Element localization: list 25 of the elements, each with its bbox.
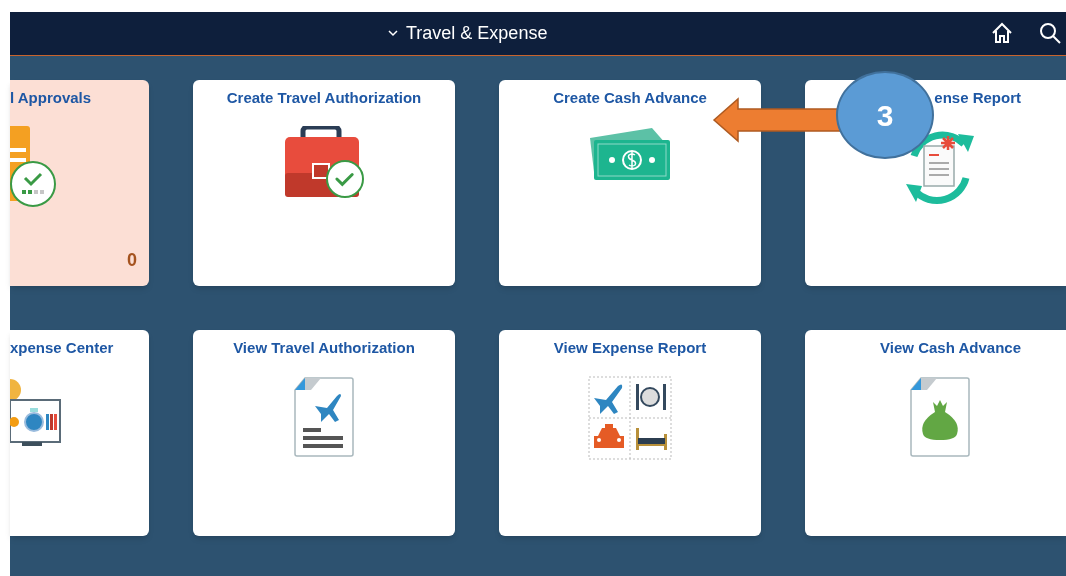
tile[interactable]: l Approvals 0 <box>10 80 149 286</box>
tile-title: ense Report <box>934 89 1021 106</box>
expense-categories-icon <box>588 376 672 460</box>
approval-document-icon <box>10 126 58 210</box>
title-dropdown[interactable]: Travel & Expense <box>388 20 548 47</box>
tile-count: 0 <box>127 249 137 272</box>
tile[interactable]: xpense Center <box>10 330 149 536</box>
search-icon[interactable] <box>1038 21 1062 45</box>
chevron-down-icon <box>388 30 398 37</box>
tile-title: View Expense Report <box>553 339 707 356</box>
tile[interactable]: View Expense Report <box>499 330 761 536</box>
tile-title: View Travel Authorization <box>233 339 415 356</box>
tile-title: xpense Center <box>10 339 114 356</box>
document-money-bag-icon <box>908 376 971 458</box>
tile-title: Create Cash Advance <box>553 89 707 106</box>
tile-title: View Cash Advance <box>880 339 1021 356</box>
banknotes-icon <box>588 126 672 182</box>
tile[interactable]: View Cash Advance <box>805 330 1066 536</box>
tile-title: Create Travel Authorization <box>226 89 422 106</box>
tile[interactable]: View Travel Authorization <box>193 330 455 536</box>
home-icon[interactable] <box>990 21 1014 45</box>
tile[interactable]: Create Travel Authorization <box>193 80 455 286</box>
document-airplane-icon <box>293 376 355 458</box>
tile[interactable]: Create Cash Advance <box>499 80 761 286</box>
tile-title: l Approvals <box>10 89 92 106</box>
